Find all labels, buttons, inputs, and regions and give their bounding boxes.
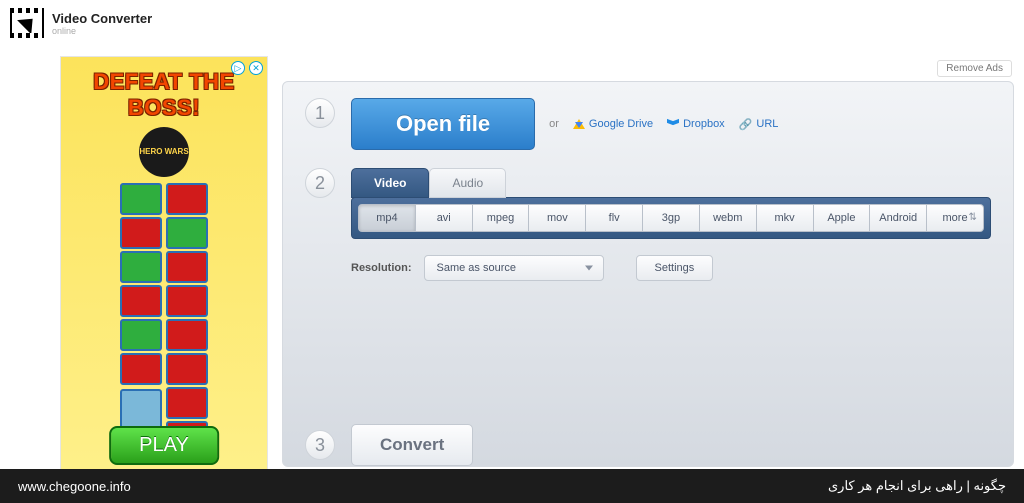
format-webm[interactable]: webm <box>700 204 757 232</box>
resolution-select[interactable]: Same as source <box>424 255 604 281</box>
adchoices-icon[interactable]: ▷ <box>231 61 245 75</box>
remove-ads-button[interactable]: Remove Ads <box>937 60 1012 77</box>
settings-button[interactable]: Settings <box>636 255 714 281</box>
dropbox-icon <box>667 118 679 130</box>
app-logo-text: Video Converter online <box>52 11 152 36</box>
step-1: 1 Open file or Google Drive Dropbox 🔗 UR… <box>305 98 991 150</box>
footer-right: چگونه | راهی برای انجام هر کاری <box>828 478 1006 494</box>
tab-audio[interactable]: Audio <box>429 168 506 198</box>
format-mov[interactable]: mov <box>529 204 586 232</box>
page-footer: www.chegoone.info چگونه | راهی برای انجا… <box>0 469 1024 503</box>
format-android[interactable]: Android <box>870 204 927 232</box>
app-header: Video Converter online <box>0 0 1024 46</box>
app-logo-icon <box>10 8 44 38</box>
format-apple[interactable]: Apple <box>814 204 871 232</box>
ad-play-button[interactable]: PLAY <box>109 426 219 465</box>
or-label: or <box>549 118 559 130</box>
format-mkv[interactable]: mkv <box>757 204 814 232</box>
source-google-drive[interactable]: Google Drive <box>573 118 653 130</box>
format-flv[interactable]: flv <box>586 204 643 232</box>
footer-left: www.chegoone.info <box>18 479 131 494</box>
app-subtitle: online <box>52 26 152 36</box>
format-mp4[interactable]: mp4 <box>358 204 416 232</box>
app-title: Video Converter <box>52 11 152 26</box>
google-drive-icon <box>573 119 585 129</box>
ad-game-art <box>61 183 267 453</box>
format-3gp[interactable]: 3gp <box>643 204 700 232</box>
format-tabs: Video Audio <box>351 168 991 198</box>
ad-hero-badge: HERO WARS <box>139 127 189 177</box>
step-3: 3 Convert <box>305 424 991 466</box>
resolution-row: Resolution: Same as source Settings <box>351 255 991 281</box>
format-mpeg[interactable]: mpeg <box>473 204 530 232</box>
step-2-number: 2 <box>305 168 335 198</box>
open-file-button[interactable]: Open file <box>351 98 535 150</box>
source-dropbox[interactable]: Dropbox <box>667 118 725 130</box>
source-url[interactable]: 🔗 URL <box>739 118 779 131</box>
google-drive-label: Google Drive <box>589 118 653 130</box>
convert-button[interactable]: Convert <box>351 424 473 466</box>
format-avi[interactable]: avi <box>416 204 473 232</box>
converter-panel-wrap: Remove Ads 1 Open file or Google Drive D… <box>282 56 1014 476</box>
step-1-number: 1 <box>305 98 335 128</box>
step-2: 2 Video Audio mp4 avi mpeg mov flv 3gp w… <box>305 168 991 281</box>
tab-video[interactable]: Video <box>351 168 429 198</box>
format-bar: mp4 avi mpeg mov flv 3gp webm mkv Apple … <box>351 197 991 239</box>
step-3-number: 3 <box>305 430 335 460</box>
url-label: URL <box>756 118 778 130</box>
link-icon: 🔗 <box>739 118 753 131</box>
sidebar-ad[interactable]: ▷ ✕ DEFEAT THE BOSS! HERO WARS PLAY <box>60 56 268 476</box>
dropbox-label: Dropbox <box>683 118 725 130</box>
main-area: ▷ ✕ DEFEAT THE BOSS! HERO WARS PLAY Remo… <box>0 46 1024 476</box>
ad-close-icon[interactable]: ✕ <box>249 61 263 75</box>
resolution-label: Resolution: <box>351 262 412 274</box>
format-more[interactable]: more <box>927 204 984 232</box>
converter-panel: 1 Open file or Google Drive Dropbox 🔗 UR… <box>282 81 1014 467</box>
